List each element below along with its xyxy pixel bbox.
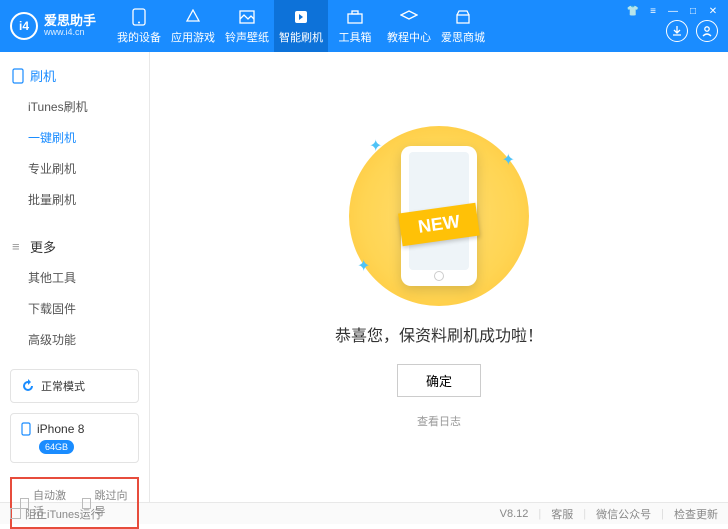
- download-button[interactable]: [666, 20, 688, 42]
- sidebar-download-firmware[interactable]: 下载固件: [28, 293, 149, 324]
- wechat-link[interactable]: 微信公众号: [596, 506, 651, 522]
- view-log-link[interactable]: 查看日志: [417, 413, 461, 429]
- app-name: 爱思助手: [44, 14, 96, 28]
- hamburger-icon: [12, 239, 24, 254]
- sidebar-advanced[interactable]: 高级功能: [28, 324, 149, 355]
- success-message: 恭喜您，保资料刷机成功啦！: [335, 322, 543, 346]
- refresh-icon: [21, 379, 35, 393]
- wallpaper-icon: [238, 8, 256, 26]
- nav-apps[interactable]: 应用游戏: [166, 0, 220, 52]
- sidebar: 刷机 iTunes刷机 一键刷机 专业刷机 批量刷机 更多 其他工具 下载固件 …: [0, 52, 150, 502]
- logo: i4 爱思助手 www.i4.cn: [10, 12, 96, 40]
- sidebar-batch-flash[interactable]: 批量刷机: [28, 184, 149, 215]
- version-label: V8.12: [500, 508, 529, 520]
- sidebar-more-header[interactable]: 更多: [0, 231, 149, 262]
- tutorial-icon: [400, 8, 418, 26]
- phone-icon: [130, 8, 148, 26]
- success-illustration: ✦ ✦ ✦ NEW: [339, 126, 539, 306]
- sidebar-pro-flash[interactable]: 专业刷机: [28, 153, 149, 184]
- logo-icon: i4: [10, 12, 38, 40]
- nav-my-device[interactable]: 我的设备: [112, 0, 166, 52]
- phone-outline-icon: [12, 68, 24, 84]
- nav: 我的设备 应用游戏 铃声壁纸 智能刷机 工具箱 教程中心 爱思商城: [112, 0, 490, 52]
- storage-badge: 64GB: [39, 440, 74, 454]
- app-url: www.i4.cn: [44, 28, 96, 38]
- nav-store[interactable]: 爱思商城: [436, 0, 490, 52]
- device-icon: [21, 422, 31, 436]
- header: i4 爱思助手 www.i4.cn 我的设备 应用游戏 铃声壁纸 智能刷机 工具…: [0, 0, 728, 52]
- sidebar-oneclick-flash[interactable]: 一键刷机: [28, 122, 149, 153]
- support-link[interactable]: 客服: [551, 506, 573, 522]
- main-content: ✦ ✦ ✦ NEW 恭喜您，保资料刷机成功啦！ 确定 查看日志: [150, 52, 728, 502]
- confirm-button[interactable]: 确定: [397, 364, 481, 397]
- nav-smart-flash[interactable]: 智能刷机: [274, 0, 328, 52]
- minimize-button[interactable]: —: [666, 4, 680, 18]
- sidebar-other-tools[interactable]: 其他工具: [28, 262, 149, 293]
- close-button[interactable]: ✕: [706, 4, 720, 18]
- apps-icon: [184, 8, 202, 26]
- flash-icon: [292, 8, 310, 26]
- nav-tutorials[interactable]: 教程中心: [382, 0, 436, 52]
- mode-status[interactable]: 正常模式: [10, 369, 139, 403]
- user-button[interactable]: [696, 20, 718, 42]
- sidebar-itunes-flash[interactable]: iTunes刷机: [28, 91, 149, 122]
- toolbox-icon: [346, 8, 364, 26]
- sidebar-flash-header[interactable]: 刷机: [0, 60, 149, 91]
- block-itunes-checkbox[interactable]: 阻止iTunes运行: [10, 506, 102, 522]
- nav-ringtones[interactable]: 铃声壁纸: [220, 0, 274, 52]
- nav-toolbox[interactable]: 工具箱: [328, 0, 382, 52]
- tshirt-icon[interactable]: 👕: [626, 4, 640, 18]
- device-info[interactable]: iPhone 8 64GB: [10, 413, 139, 463]
- menu-icon[interactable]: ≡: [646, 4, 660, 18]
- store-icon: [454, 8, 472, 26]
- maximize-button[interactable]: □: [686, 4, 700, 18]
- check-update-link[interactable]: 检查更新: [674, 506, 718, 522]
